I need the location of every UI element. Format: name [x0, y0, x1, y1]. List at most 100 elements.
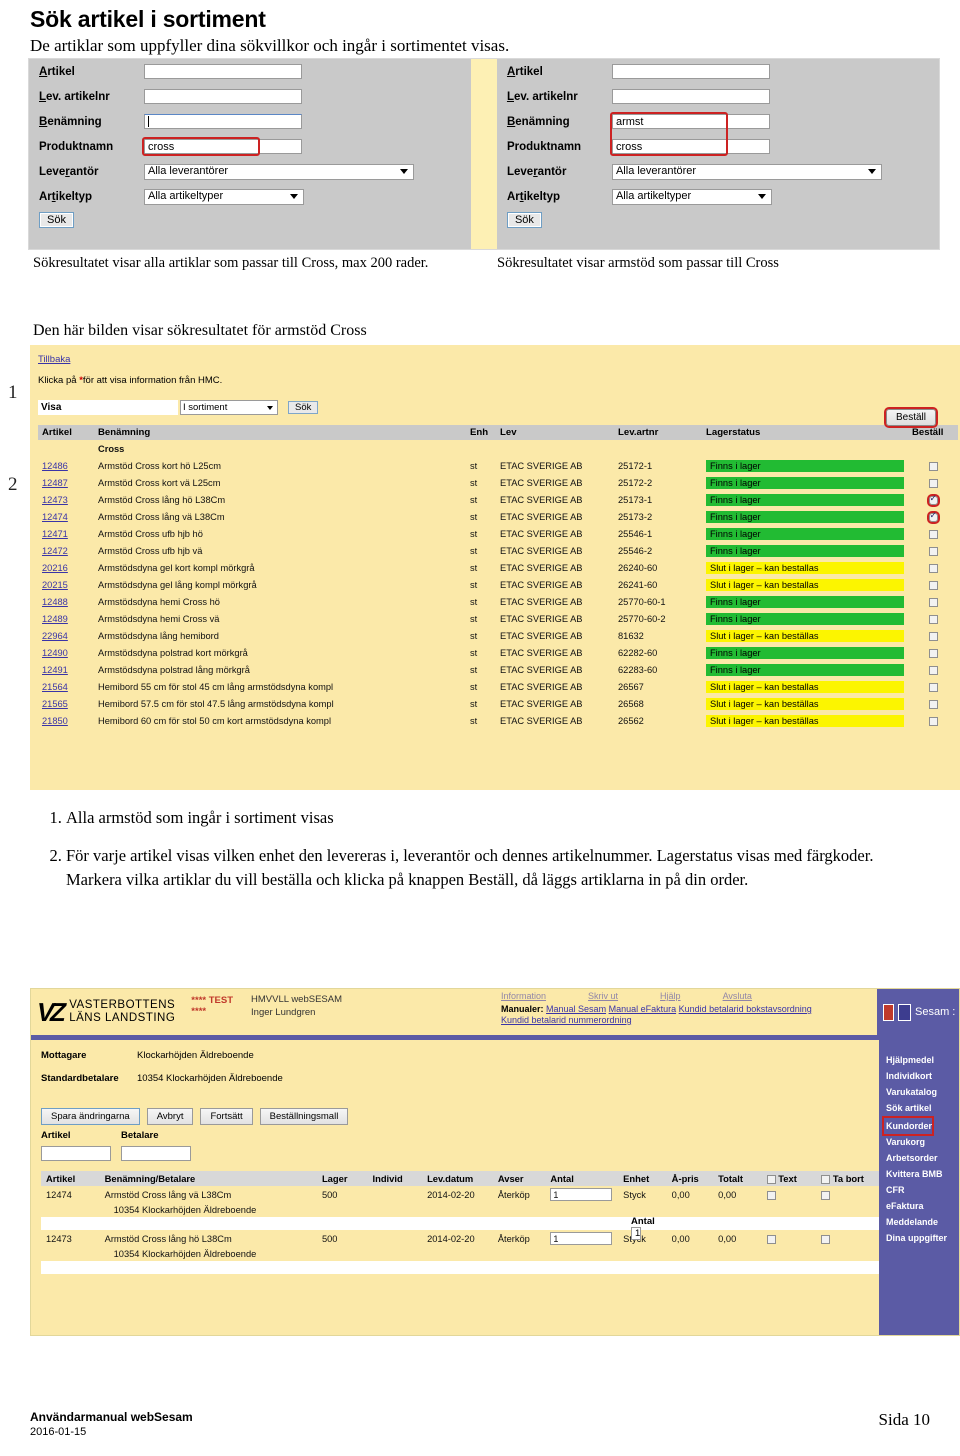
search-button-left[interactable]: Sök [39, 212, 74, 228]
link-manual-efaktura[interactable]: Manual eFaktura [609, 1004, 677, 1014]
cell-lagerstatus: Finns i lager [702, 474, 908, 491]
order-checkbox[interactable] [928, 529, 938, 539]
cell-bestall [908, 627, 958, 644]
article-link[interactable]: 12487 [42, 478, 68, 488]
link-hjalp[interactable]: Hjälp [660, 991, 681, 1001]
tabort-checkbox[interactable] [821, 1190, 831, 1200]
input-lev-artikelnr-r[interactable] [611, 89, 770, 104]
order-antal-input[interactable]: 1 [550, 1188, 613, 1202]
article-link[interactable]: 12488 [42, 597, 68, 607]
sidebar-item-kundorder[interactable]: Kundorder [882, 1116, 934, 1136]
select-leverantor[interactable]: Alla leverantörer [144, 163, 414, 180]
order-checkbox[interactable] [928, 597, 938, 607]
cell-enh: st [470, 613, 478, 624]
article-link[interactable]: 22964 [42, 631, 68, 641]
order-checkbox[interactable] [928, 461, 938, 471]
tabort-header-checkbox[interactable] [821, 1175, 831, 1185]
link-skriv-ut[interactable]: Skriv ut [588, 991, 618, 1001]
article-link[interactable]: 12474 [42, 512, 68, 522]
article-link[interactable]: 21564 [42, 682, 68, 692]
sidebar-item-varukatalog[interactable]: Varukatalog [879, 1084, 959, 1100]
continue-button[interactable]: Fortsätt [200, 1108, 253, 1125]
article-link[interactable]: 12472 [42, 546, 68, 556]
tabort-checkbox[interactable] [821, 1234, 831, 1244]
order-checkbox[interactable] [926, 493, 940, 507]
back-link[interactable]: Tillbaka [38, 354, 70, 365]
sidebar-item-kvittera-bmb[interactable]: Kvittera BMB [879, 1166, 959, 1182]
ocell-totalt: 0,00 [713, 1230, 762, 1248]
input-artikel-r[interactable] [611, 64, 770, 79]
link-information[interactable]: Information [501, 991, 546, 1001]
cancel-button[interactable]: Avbryt [146, 1108, 194, 1125]
select-artikeltyp-r[interactable]: Alla artikeltyper [611, 188, 772, 205]
order-checkbox[interactable] [928, 648, 938, 658]
order-checkbox[interactable] [928, 614, 938, 624]
order-template-button[interactable]: Beställningsmall [259, 1108, 349, 1125]
artikel-input[interactable] [41, 1146, 111, 1161]
order-checkbox[interactable] [928, 631, 938, 641]
select-artikeltyp[interactable]: Alla artikeltyper [144, 188, 304, 205]
cell-bestall [908, 712, 958, 729]
sidebar-item-sök-artikel[interactable]: Sök artikel [879, 1100, 959, 1116]
save-changes-button[interactable]: Spara ändringarna [41, 1108, 140, 1125]
article-link[interactable]: 12486 [42, 461, 68, 471]
sidebar-item-individkort[interactable]: Individkort [879, 1068, 959, 1084]
result-search-button[interactable]: Sök [288, 401, 319, 414]
input-artikel[interactable] [144, 64, 302, 79]
input-benamning[interactable] [144, 114, 302, 129]
sidebar-item-cfr[interactable]: CFR [879, 1182, 959, 1198]
result-table-body: Cross 12486 Armstöd Cross kort hö L25cm st… [38, 440, 958, 729]
sidebar-item-dina-uppgifter[interactable]: Dina uppgifter [879, 1230, 959, 1246]
link-kundid-bokstav[interactable]: Kundid betalarid bokstavsordning [679, 1004, 812, 1014]
order-button[interactable]: Beställ [883, 407, 939, 428]
order-checkbox[interactable] [928, 716, 938, 726]
betalare-input[interactable] [121, 1146, 191, 1161]
label-leverantor-r: Leverantör [506, 165, 567, 178]
order-checkbox[interactable] [928, 546, 938, 556]
sidebar-item-efaktura[interactable]: eFaktura [879, 1198, 959, 1214]
order-checkbox[interactable] [928, 580, 938, 590]
text-checkbox[interactable] [766, 1234, 776, 1244]
cell-benamning: Armstödsdyna lång hemibord [98, 630, 219, 641]
group-row: Cross [38, 440, 958, 457]
user-name: Inger Lundgren [251, 1007, 316, 1018]
article-link[interactable]: 12471 [42, 529, 68, 539]
order-antal-input[interactable]: 1 [550, 1232, 613, 1246]
text-checkbox[interactable] [766, 1190, 776, 1200]
link-kundid-nummer[interactable]: Kundid betalarid nummerordning [501, 1015, 632, 1025]
sidebar-item-varukorg[interactable]: Varukorg [879, 1134, 959, 1150]
select-leverantor-r[interactable]: Alla leverantörer [611, 163, 882, 180]
search-button-right[interactable]: Sök [506, 212, 542, 228]
article-link[interactable]: 12490 [42, 648, 68, 658]
input-produktnamn-r[interactable]: cross [611, 139, 770, 154]
sidebar-item-hj-lpmedel[interactable]: Hjälpmedel [879, 1052, 959, 1068]
article-link[interactable]: 21850 [42, 716, 68, 726]
article-link[interactable]: 12489 [42, 614, 68, 624]
app-header: VZ VASTERBOTTENS LÄNS LANDSTING **** TES… [31, 989, 959, 1035]
article-link[interactable]: 21565 [42, 699, 68, 709]
input-benamning-r[interactable]: armst [611, 114, 770, 129]
article-link[interactable]: 12491 [42, 665, 68, 675]
visa-select[interactable]: I sortiment [180, 400, 278, 415]
link-manual-sesam[interactable]: Manual Sesam [546, 1004, 606, 1014]
table-row: 12490 Armstödsdyna polstrad kort mörkgrå s… [38, 644, 958, 661]
order-checkbox[interactable] [928, 478, 938, 488]
order-checkbox[interactable] [928, 563, 938, 573]
order-checkbox[interactable] [928, 665, 938, 675]
article-link[interactable]: 20216 [42, 563, 68, 573]
order-checkbox[interactable] [928, 682, 938, 692]
sidebar-item-meddelande[interactable]: Meddelande [879, 1214, 959, 1230]
order-checkbox[interactable] [926, 510, 940, 524]
input-lev-artikelnr[interactable] [144, 89, 302, 104]
sidebar-item-arbetsorder[interactable]: Arbetsorder [879, 1150, 959, 1166]
article-link[interactable]: 12473 [42, 495, 68, 505]
article-link[interactable]: 20215 [42, 580, 68, 590]
cell-lagerstatus: Finns i lager [702, 542, 908, 559]
text-header-checkbox[interactable] [766, 1175, 776, 1185]
link-avsluta[interactable]: Avsluta [723, 991, 752, 1001]
input-produktnamn[interactable]: cross [144, 139, 302, 154]
search-form-right: Artikel Lev. artikelnr Benämning armst P… [496, 59, 939, 249]
antal-input[interactable]: 1 [631, 1227, 642, 1240]
manual-links-row: Manualer: Manual Sesam Manual eFaktura K… [501, 1004, 901, 1014]
order-checkbox[interactable] [928, 699, 938, 709]
